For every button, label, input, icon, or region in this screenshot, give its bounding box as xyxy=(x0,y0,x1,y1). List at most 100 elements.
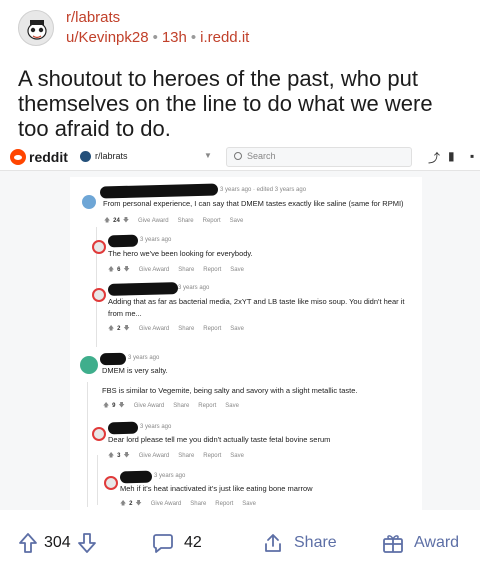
downvote-icon[interactable]: 🡇 xyxy=(124,453,130,459)
redacted-username xyxy=(107,421,139,435)
user-avatar xyxy=(92,427,106,441)
redacted-username xyxy=(107,234,139,248)
image-search-box: Search xyxy=(226,147,412,167)
user-avatar xyxy=(92,288,106,302)
chevron-down-icon: ▼ xyxy=(204,151,212,160)
report-button[interactable]: Report xyxy=(198,403,216,409)
subreddit-link[interactable]: r/labrats xyxy=(66,9,120,26)
image-reddit-header: reddit r/labrats ▼ Search ⤴ ▮ ▪ xyxy=(0,143,480,171)
upvote-icon[interactable]: 🡅 xyxy=(120,501,126,507)
comment-body: Dear lord please tell me you didn't actu… xyxy=(108,435,331,444)
award-button[interactable]: Award xyxy=(382,532,459,554)
upvote-icon[interactable]: 🡅 xyxy=(103,403,109,409)
share-label: Share xyxy=(294,534,337,551)
redacted-username xyxy=(119,470,153,484)
upvote-icon[interactable] xyxy=(18,532,38,554)
share-button[interactable]: Share xyxy=(190,501,206,507)
save-button[interactable]: Save xyxy=(230,326,244,332)
upvote-icon[interactable]: 🡅 xyxy=(108,453,114,459)
trending-icon: ⤴ xyxy=(428,151,441,165)
save-button[interactable]: Save xyxy=(230,267,244,273)
upvote-icon[interactable]: 🡅 xyxy=(104,218,110,224)
reddit-logo-icon xyxy=(10,149,26,165)
user-avatar xyxy=(104,476,118,490)
comment-score: 9 xyxy=(112,403,116,409)
share-button[interactable]: Share xyxy=(178,267,194,273)
user-avatar xyxy=(82,195,96,209)
comments-card: 3 years ago · edited 3 years ago From pe… xyxy=(70,177,422,510)
post-title[interactable]: A shoutout to heroes of the past, who pu… xyxy=(18,66,468,141)
comment-bubble-icon xyxy=(152,532,174,554)
comment-body: The hero we've been looking for everybod… xyxy=(108,249,253,258)
award-label: Award xyxy=(414,534,460,551)
separator-dot: • xyxy=(152,29,158,46)
comment-actions: 🡅 2 🡇 Give Award Share Report Save xyxy=(120,499,265,509)
report-button[interactable]: Report xyxy=(203,218,221,224)
comments-button[interactable]: 42 xyxy=(152,532,202,554)
comment-body: From personal experience, I can say that… xyxy=(103,199,404,208)
save-button[interactable]: Save xyxy=(242,501,256,507)
post-age: 13h xyxy=(161,29,187,46)
upvote-icon[interactable]: 🡅 xyxy=(108,326,114,332)
save-button[interactable]: Save xyxy=(225,403,239,409)
post-image[interactable]: reddit r/labrats ▼ Search ⤴ ▮ ▪ 3 years … xyxy=(0,143,480,510)
downvote-icon[interactable]: 🡇 xyxy=(124,267,130,273)
share-button[interactable]: Share xyxy=(178,453,194,459)
redacted-username xyxy=(99,183,219,199)
user-avatar xyxy=(92,240,106,254)
downvote-icon[interactable] xyxy=(77,532,97,554)
post-domain[interactable]: i.redd.it xyxy=(200,29,249,46)
downvote-icon[interactable]: 🡇 xyxy=(119,403,125,409)
give-award-button[interactable]: Give Award xyxy=(139,453,170,459)
comment-score: 24 xyxy=(113,218,120,224)
comment-actions: 🡅 6 🡇 Give Award Share Report Save xyxy=(108,265,253,275)
downvote-icon[interactable]: 🡇 xyxy=(136,501,142,507)
post-header: r/labrats u/Kevinpk28 • 13h • i.redd.it xyxy=(0,0,480,55)
share-button[interactable]: Share xyxy=(178,326,194,332)
report-button[interactable]: Report xyxy=(203,267,221,273)
subreddit-avatar[interactable] xyxy=(18,10,54,46)
comment-time: 3 years ago xyxy=(128,355,160,361)
report-button[interactable]: Report xyxy=(203,326,221,332)
author-link[interactable]: u/Kevinpk28 xyxy=(66,29,149,46)
comment-count: 42 xyxy=(184,534,202,551)
comment-actions: 🡅 24 🡇 Give Award Share Report Save xyxy=(104,216,252,226)
give-award-button[interactable]: Give Award xyxy=(139,267,170,273)
share-icon xyxy=(262,532,284,554)
downvote-icon[interactable]: 🡇 xyxy=(124,326,130,332)
stats-icon: ▮ xyxy=(448,149,455,163)
feed-icon: ▪ xyxy=(470,149,475,163)
redacted-username xyxy=(99,352,127,366)
report-button[interactable]: Report xyxy=(215,501,233,507)
image-search-placeholder: Search xyxy=(247,151,276,161)
thread-line xyxy=(97,455,98,505)
comment-time: 3 years ago xyxy=(140,237,172,243)
comment-actions: 🡅 3 🡇 Give Award Share Report Save xyxy=(108,451,253,461)
share-button[interactable]: Share xyxy=(178,218,194,224)
comment-body-paragraph: FBS is similar to Vegemite, being salty … xyxy=(102,386,358,395)
upvote-icon[interactable]: 🡅 xyxy=(108,267,114,273)
give-award-button[interactable]: Give Award xyxy=(134,403,165,409)
image-subreddit-label: r/labrats xyxy=(95,151,128,161)
comment-time: 3 years ago · edited 3 years ago xyxy=(220,187,307,193)
share-post-button[interactable]: Share xyxy=(262,532,337,554)
post-score: 304 xyxy=(44,534,71,551)
vote-group: 304 xyxy=(18,532,97,554)
reddit-wordmark: reddit xyxy=(29,149,68,165)
give-award-button[interactable]: Give Award xyxy=(151,501,182,507)
save-button[interactable]: Save xyxy=(230,453,244,459)
give-award-button[interactable]: Give Award xyxy=(138,218,169,224)
comment-score: 6 xyxy=(117,267,121,273)
comment-body: Meh if it's heat inactivated it's just l… xyxy=(120,484,313,493)
redacted-username xyxy=(107,282,179,296)
report-button[interactable]: Report xyxy=(203,453,221,459)
give-award-button[interactable]: Give Award xyxy=(139,326,170,332)
user-avatar xyxy=(80,356,98,374)
post-meta: u/Kevinpk28 • 13h • i.redd.it xyxy=(66,29,249,46)
downvote-icon[interactable]: 🡇 xyxy=(123,218,129,224)
save-button[interactable]: Save xyxy=(230,218,244,224)
share-button[interactable]: Share xyxy=(173,403,189,409)
comment-time: 3 years ago xyxy=(140,424,172,430)
post-action-bar: 304 42 Share Award xyxy=(0,520,480,566)
comment-time: 3 years ago xyxy=(178,285,210,291)
